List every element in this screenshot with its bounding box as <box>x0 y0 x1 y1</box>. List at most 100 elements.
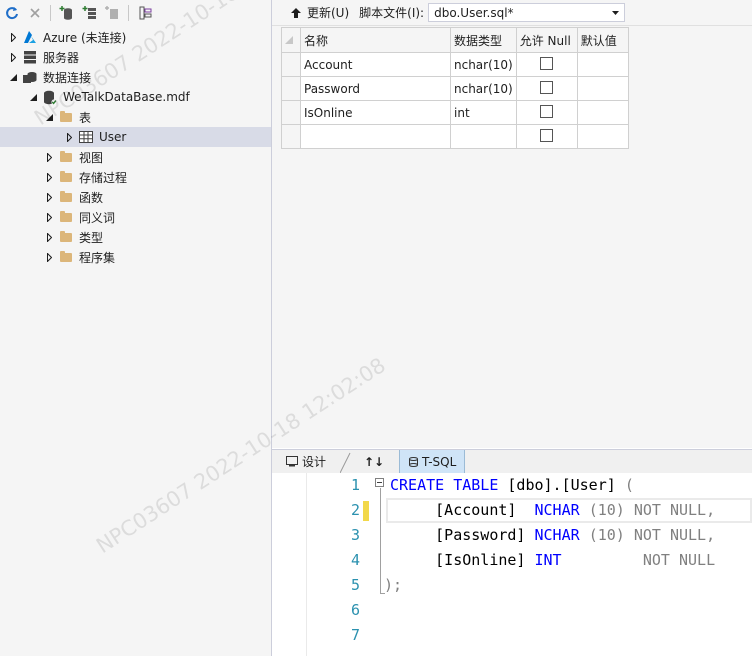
column-row[interactable]: Account nchar(10) <box>281 52 629 77</box>
swap-panes-icon: ↑↓ <box>364 454 385 469</box>
folder-icon <box>58 149 74 165</box>
tree-item-azure[interactable]: Azure (未连接) <box>0 27 271 47</box>
allow-null-cell[interactable] <box>515 52 578 77</box>
column-name-cell[interactable]: IsOnline <box>300 100 451 125</box>
folder-icon <box>58 249 74 265</box>
outline-line <box>380 488 381 594</box>
tree-item-node-10[interactable]: 类型 <box>0 227 271 247</box>
connect-database-icon[interactable] <box>56 2 78 24</box>
server-explorer-panel: Azure (未连接) 服务器数据连接 WeTalkDataBase.mdf 表 Use… <box>0 0 272 656</box>
sharepoint-icon[interactable] <box>102 2 124 24</box>
line-number: 1 <box>350 476 360 494</box>
expand-arrow-icon[interactable] <box>44 172 54 182</box>
line-number: 5 <box>350 576 360 594</box>
tab-swap-panes[interactable]: ↑↓ <box>364 450 384 473</box>
select-all-cell[interactable] <box>281 27 301 53</box>
tab-divider <box>340 450 354 473</box>
tree-item-node-7[interactable]: 存储过程 <box>0 167 271 187</box>
collapse-arrow-icon[interactable] <box>28 92 38 102</box>
update-button[interactable]: 更新(U) <box>285 2 353 24</box>
column-type-cell[interactable]: int <box>450 100 517 125</box>
tree-item-label: 存储过程 <box>79 170 128 185</box>
line-number: 2 <box>350 501 360 519</box>
row-header[interactable] <box>281 124 301 149</box>
expand-arrow-icon[interactable] <box>44 252 54 262</box>
expand-arrow-icon[interactable] <box>44 212 54 222</box>
tree-item-label: 类型 <box>79 230 104 245</box>
default-value-cell[interactable] <box>576 100 629 125</box>
tree-item-node-9[interactable]: 同义词 <box>0 207 271 227</box>
tree-item-label: User <box>99 130 127 144</box>
expand-arrow-icon[interactable] <box>8 32 18 42</box>
server-icon <box>22 49 38 65</box>
column-name-cell[interactable]: Account <box>300 52 451 77</box>
tree-item-node-4[interactable]: 表 <box>0 107 271 127</box>
column-name-cell[interactable] <box>300 124 451 149</box>
sql-editor[interactable]: 1 2 3 4 5 6 7 CREATE TABLE [dbo].[User] ( [Acc… <box>272 473 752 656</box>
column-header-type[interactable]: 数据类型 <box>450 27 517 53</box>
column-header-allow-null[interactable]: 允许 Null <box>515 27 578 53</box>
column-type-cell[interactable]: nchar(10) <box>450 52 517 77</box>
data-connections-icon <box>22 69 38 85</box>
column-header-name[interactable]: 名称 <box>300 27 451 53</box>
expand-arrow-icon[interactable] <box>64 132 74 142</box>
tree-item-node-8[interactable]: 函数 <box>0 187 271 207</box>
allow-null-cell[interactable] <box>515 100 578 125</box>
refresh-icon[interactable] <box>1 2 23 24</box>
expand-arrow-icon[interactable] <box>8 52 18 62</box>
columns-grid: 名称 数据类型 允许 Null 默认值 Account nchar(10) Pass… <box>281 27 629 149</box>
allow-null-cell[interactable] <box>515 76 578 101</box>
tree-item-node-11[interactable]: 程序集 <box>0 247 271 267</box>
expand-arrow-icon[interactable] <box>44 152 54 162</box>
row-header[interactable] <box>281 100 301 125</box>
script-file-select[interactable]: dbo.User.sql* <box>428 3 626 22</box>
column-type-cell[interactable]: nchar(10) <box>450 76 517 101</box>
column-name-cell[interactable]: Password <box>300 76 451 101</box>
tree-item-label: 服务器 <box>43 50 80 65</box>
collapse-arrow-icon[interactable] <box>8 72 18 82</box>
properties-icon[interactable] <box>134 2 156 24</box>
columns-grid-area: 名称 数据类型 允许 Null 默认值 Account nchar(10) Pass… <box>272 26 752 448</box>
tree-item-label: 函数 <box>79 190 104 205</box>
collapse-icon[interactable] <box>375 478 384 487</box>
default-value-cell[interactable] <box>576 52 629 77</box>
tree-item-node-6[interactable]: 视图 <box>0 147 271 167</box>
designer-toolbar: 更新(U) 脚本文件(I): dbo.User.sql* <box>272 0 752 26</box>
tree-item-wetalkdatabase-mdf[interactable]: WeTalkDataBase.mdf <box>0 87 271 107</box>
folder-icon <box>58 169 74 185</box>
corner-triangle-icon <box>285 36 293 44</box>
default-value-cell[interactable] <box>576 124 629 149</box>
tree-item-node-2[interactable]: 数据连接 <box>0 67 271 87</box>
line-number: 3 <box>350 526 360 544</box>
line-number: 6 <box>350 601 360 619</box>
allow-null-checkbox[interactable] <box>540 56 554 70</box>
tree-item-label: WeTalkDataBase.mdf <box>63 90 190 104</box>
allow-null-checkbox[interactable] <box>540 80 554 94</box>
column-row[interactable]: Password nchar(10) <box>281 76 629 101</box>
expand-arrow-icon[interactable] <box>44 232 54 242</box>
code-line-5: ); <box>384 576 403 594</box>
row-header[interactable] <box>281 76 301 101</box>
stop-icon[interactable] <box>24 2 46 24</box>
server-explorer-toolbar <box>0 0 271 26</box>
column-row[interactable]: IsOnline int <box>281 100 629 125</box>
tree-item-label: 程序集 <box>79 250 116 265</box>
connect-server-icon[interactable] <box>79 2 101 24</box>
column-row[interactable] <box>281 124 629 149</box>
row-header[interactable] <box>281 52 301 77</box>
default-value-cell[interactable] <box>576 76 629 101</box>
tab-tsql[interactable]: T-SQL <box>399 450 466 473</box>
toolbar-separator <box>128 5 129 21</box>
tree-item-user[interactable]: User <box>0 127 271 147</box>
expand-arrow-icon[interactable] <box>44 192 54 202</box>
column-header-default[interactable]: 默认值 <box>576 27 629 53</box>
tree-item-node-1[interactable]: 服务器 <box>0 47 271 67</box>
allow-null-cell[interactable] <box>515 124 578 149</box>
tab-design[interactable]: 设计 <box>286 450 326 473</box>
collapse-arrow-icon[interactable] <box>44 112 54 122</box>
allow-null-checkbox[interactable] <box>540 104 554 118</box>
azure-icon <box>22 29 38 45</box>
column-type-cell[interactable] <box>450 124 517 149</box>
allow-null-checkbox[interactable] <box>540 128 554 142</box>
code-line-1: CREATE TABLE [dbo].[User] ( <box>390 476 634 494</box>
